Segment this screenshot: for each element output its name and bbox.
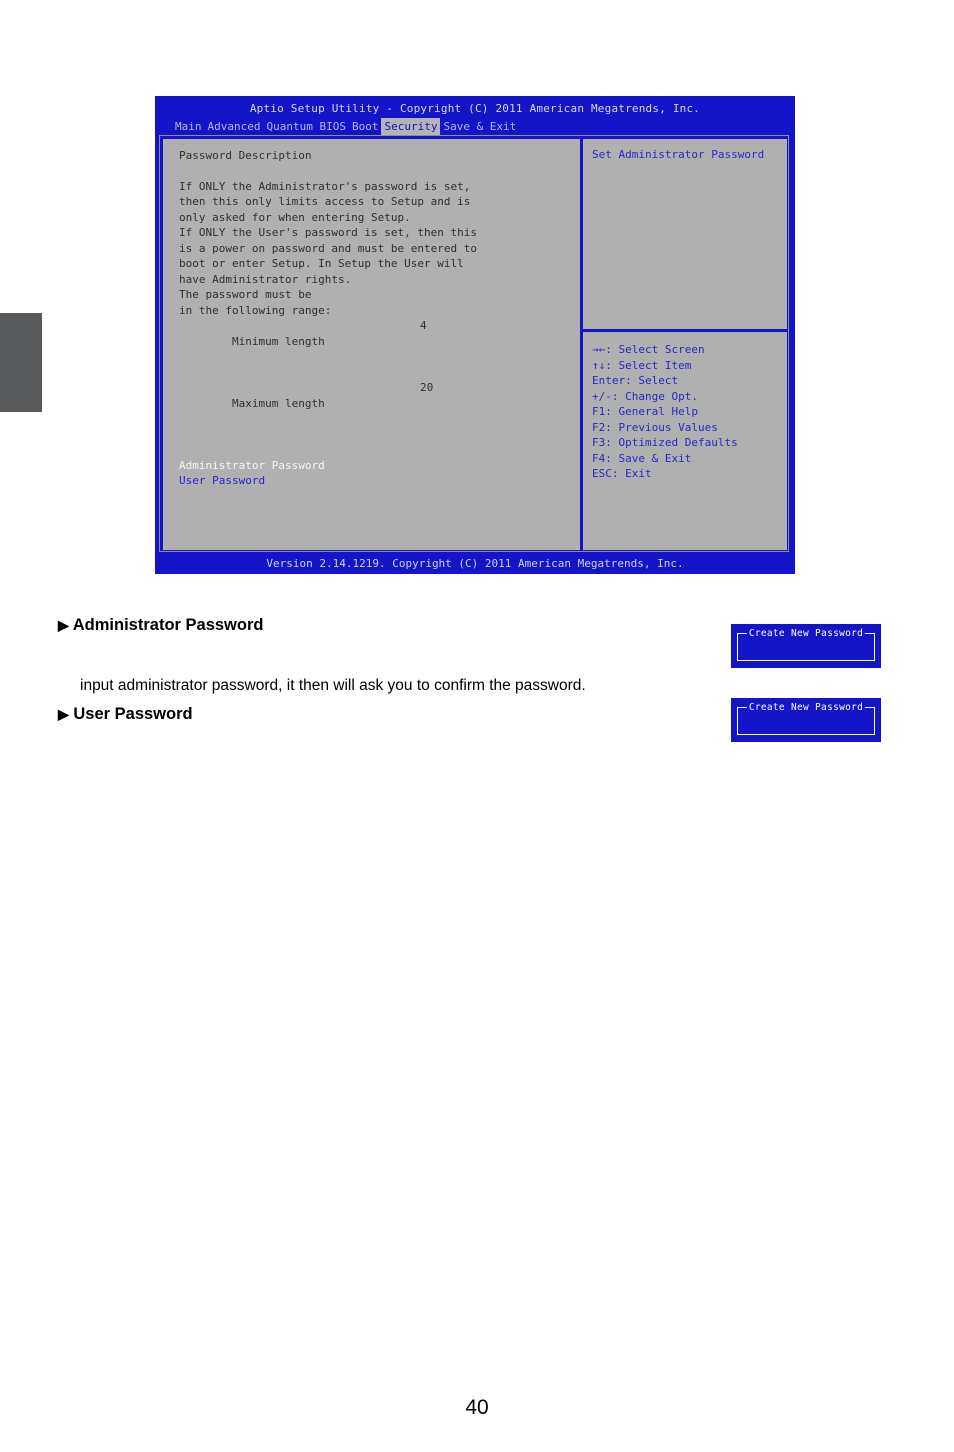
bios-menu-item-boot[interactable]: Boot <box>349 118 382 136</box>
key-legend-change-opt: +/-: Change Opt. <box>592 389 698 403</box>
section-heading-text: Administrator Password <box>72 616 264 634</box>
key-legend-save-and-exit: F4: Save & Exit <box>592 451 692 465</box>
setup-item-administrator-password[interactable]: Administrator Password <box>179 458 579 474</box>
description-line: If ONLY the Administrator's password is … <box>179 179 471 193</box>
key-legend-enter-select: Enter: Select <box>592 374 679 387</box>
bios-help-description-panel: Set Administrator Password <box>583 139 787 332</box>
description-line: only asked for when entering Setup. <box>179 210 411 224</box>
minimum-length-row: Minimum length 4 <box>179 318 579 380</box>
create-new-password-dialog-user: Create New Password <box>731 698 881 742</box>
bios-menu-item-main[interactable]: Main <box>172 118 205 136</box>
help-description-text: Set Administrator Password <box>592 148 765 161</box>
row-spacer <box>179 442 579 458</box>
section-heading-user-password: ▶ User Password <box>58 705 193 724</box>
bios-left-panel: Password Description If ONLY the Adminis… <box>163 139 579 550</box>
description-line: If ONLY the User's password is set, then… <box>179 226 478 239</box>
bullet-triangle-icon: ▶ <box>58 706 69 722</box>
key-legend-general-help: F1: General Help <box>592 405 698 418</box>
page-number: 40 <box>465 1396 489 1419</box>
section-heading-administrator-password: ▶ Administrator Password <box>58 616 263 635</box>
key-legend-esc-exit: ESC: Exit <box>592 467 652 480</box>
key-legend-select-screen: →←: Select Screen <box>592 343 705 356</box>
bios-title-bar: Aptio Setup Utility - Copyright (C) 2011… <box>249 102 701 115</box>
description-line: in the following range: <box>179 303 332 317</box>
page-edge-tab-marker <box>0 313 42 412</box>
description-line: have Administrator rights. <box>179 272 352 286</box>
bios-menu-bar: Main Advanced Quantum BIOS Boot Security Save… <box>155 118 795 136</box>
maximum-length-label: Maximum length <box>231 396 325 410</box>
bios-menu-item-quantum-bios[interactable]: Quantum BIOS <box>263 118 348 136</box>
setup-item-user-password[interactable]: User Password <box>179 473 579 489</box>
bios-menu-item-advanced[interactable]: Advanced <box>205 118 264 136</box>
bios-key-legend-panel: →←: Select Screen ↑↓: Select Item Enter:… <box>583 335 787 550</box>
maximum-length-row: Maximum length 20 <box>179 380 579 442</box>
dialog-title: Create New Password <box>746 702 866 713</box>
create-new-password-dialog-administrator: Create New Password <box>731 624 881 668</box>
description-line: then this only limits access to Setup an… <box>179 195 471 208</box>
bios-right-panel: Set Administrator Password →←: Select Sc… <box>580 139 787 550</box>
minimum-length-label: Minimum length <box>231 334 325 348</box>
bios-content-frame: Password Description If ONLY the Adminis… <box>159 135 789 552</box>
key-legend-select-item: ↑↓: Select Item <box>592 358 692 372</box>
administrator-password-paragraph: input administrator password, it then wi… <box>80 677 586 694</box>
maximum-length-value: 20 <box>420 381 434 394</box>
minimum-length-value: 4 <box>420 319 427 332</box>
bios-menu-item-save-and-exit[interactable]: Save & Exit <box>440 118 519 136</box>
dialog-frame: Create New Password <box>737 628 875 661</box>
description-line: is a power on password and must be enter… <box>179 241 478 255</box>
bullet-triangle-icon: ▶ <box>58 617 69 633</box>
key-legend-previous-values: F2: Previous Values <box>592 420 718 434</box>
dialog-title: Create New Password <box>746 628 866 639</box>
bios-setup-screenshot: Aptio Setup Utility - Copyright (C) 2011… <box>155 96 795 574</box>
bios-menu-item-security[interactable]: Security <box>381 118 441 136</box>
dialog-frame: Create New Password <box>737 702 875 735</box>
bios-version-footer: Version 2.14.1219. Copyright (C) 2011 Am… <box>266 556 684 570</box>
description-line: boot or enter Setup. In Setup the User w… <box>179 257 464 270</box>
key-legend-optimized-defaults: F3: Optimized Defaults <box>592 436 738 449</box>
section-heading-text: User Password <box>73 705 193 723</box>
password-description-heading: Password Description <box>179 149 312 162</box>
description-line: The password must be <box>179 288 312 301</box>
